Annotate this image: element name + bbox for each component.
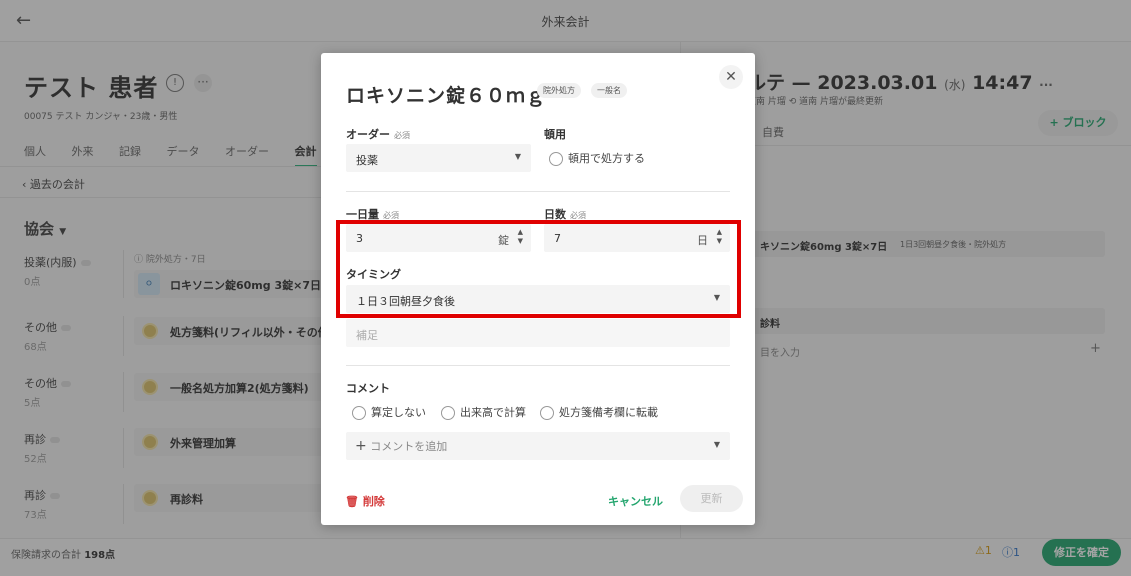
- radio-icon: [352, 405, 366, 420]
- order-select[interactable]: 投薬 ▼: [346, 144, 531, 172]
- order-label: オーダー 必須: [346, 126, 410, 142]
- comment-option-label: 算定しない: [371, 406, 426, 419]
- add-comment-select[interactable]: + コメントを追加 ▼: [346, 432, 730, 460]
- prn-radio[interactable]: 頓用で処方する: [549, 150, 645, 166]
- divider: [346, 365, 730, 366]
- order-value: 投薬: [356, 154, 378, 167]
- prn-label: 頓用: [544, 128, 566, 141]
- delete-label: 削除: [362, 495, 385, 508]
- required-tag: 必須: [394, 131, 410, 140]
- dialog-title: ロキソニン錠６０ｍｇ: [346, 85, 547, 107]
- delete-button[interactable]: 🗑 削除: [345, 493, 385, 509]
- order-label-text: オーダー: [346, 128, 390, 141]
- badge-generic-name: 一般名: [591, 83, 627, 98]
- badge-outside-prescription: 院外処方: [537, 83, 581, 98]
- radio-icon: [441, 405, 455, 420]
- supplement-input[interactable]: 補足: [346, 319, 730, 347]
- trash-icon: 🗑: [345, 495, 359, 508]
- chevron-down-icon: ▼: [713, 440, 720, 449]
- comment-option-transfer[interactable]: 処方箋備考欄に転載: [540, 404, 658, 420]
- add-comment-label: コメントを追加: [370, 440, 448, 453]
- plus-icon: +: [355, 438, 367, 454]
- update-button[interactable]: 更新: [680, 485, 743, 512]
- highlight-box: [336, 220, 741, 318]
- comment-option-no-calc[interactable]: 算定しない: [352, 404, 426, 420]
- chevron-down-icon: ▼: [514, 152, 521, 161]
- radio-icon: [549, 151, 563, 166]
- add-comment-row: + コメントを追加: [355, 438, 447, 454]
- comment-option-fee-for-service[interactable]: 出来高で計算: [441, 404, 526, 420]
- cancel-button[interactable]: キャンセル: [608, 493, 663, 509]
- radio-icon: [540, 405, 554, 420]
- comment-option-label: 出来高で計算: [460, 406, 526, 419]
- required-tag: 必須: [570, 211, 586, 220]
- supplement-placeholder: 補足: [356, 329, 378, 342]
- divider: [346, 191, 730, 192]
- prn-option-label: 頓用で処方する: [568, 152, 645, 165]
- comment-label: コメント: [346, 382, 390, 395]
- required-tag: 必須: [383, 211, 399, 220]
- close-icon[interactable]: ✕: [719, 65, 743, 89]
- comment-option-label: 処方箋備考欄に転載: [559, 406, 658, 419]
